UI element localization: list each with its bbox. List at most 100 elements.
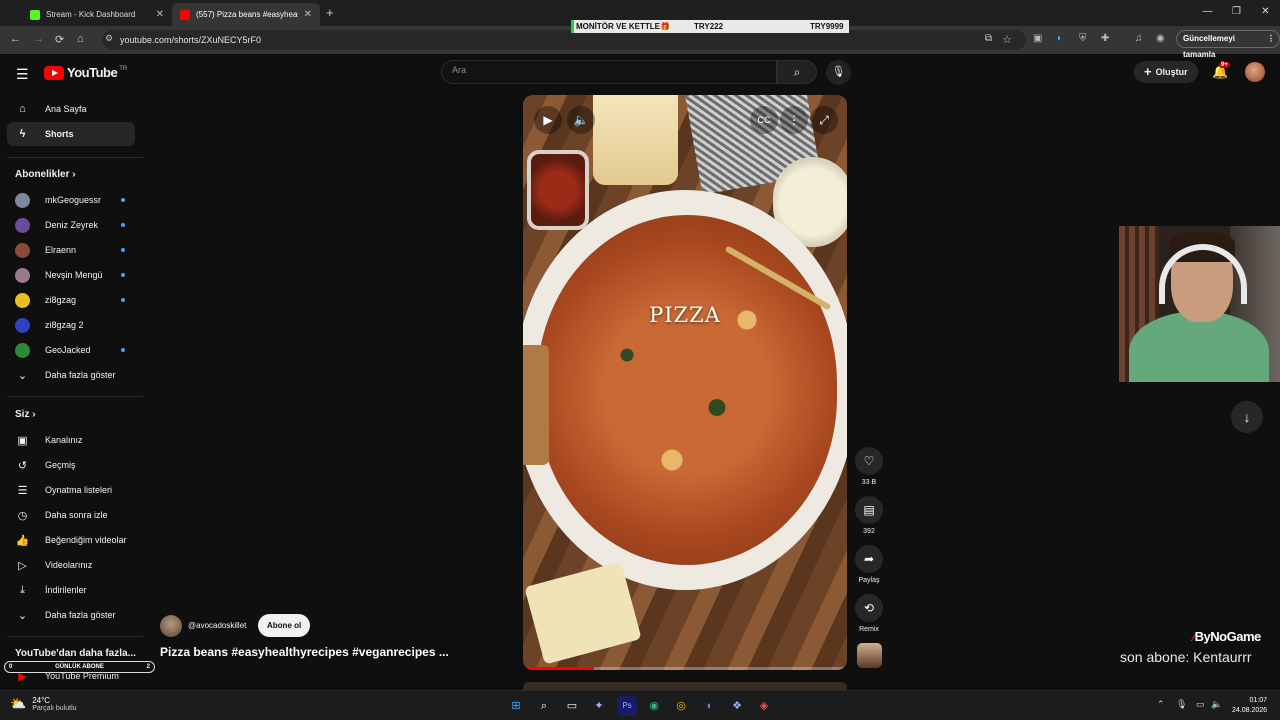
back-icon[interactable]: ← (10, 33, 21, 45)
media-icon[interactable]: ♫ (1135, 33, 1143, 44)
sidebar-item-subscription[interactable]: Elraenn (7, 238, 135, 262)
new-tab-icon[interactable]: + (326, 5, 334, 20)
network-icon[interactable]: ▭ (1196, 699, 1205, 710)
like-button[interactable]: ♡ 33 B (855, 447, 883, 486)
discord-icon[interactable]: ◐ (700, 696, 720, 716)
reload-icon[interactable]: ⟳ (55, 33, 64, 46)
extension-icon[interactable]: ▣ (1033, 33, 1042, 44)
minimize-icon[interactable]: — (1193, 0, 1222, 26)
comments-button[interactable]: ▤ 392 (855, 496, 883, 535)
profile-icon[interactable]: ◉ (1156, 33, 1165, 44)
fullscreen-icon[interactable]: ⤢ (810, 106, 838, 134)
account-avatar[interactable] (1245, 62, 1265, 82)
sidebar-item-playlists[interactable]: ☰ Oynatma listeleri (7, 478, 135, 502)
sidebar-item-label: Videolarınız (45, 560, 93, 570)
copilot-icon[interactable]: ✦ (589, 696, 609, 716)
sound-thumbnail[interactable] (857, 643, 882, 668)
sidebar-item-home[interactable]: ⌂ Ana Sayfa (7, 97, 135, 121)
play-icon[interactable]: ▶ (534, 106, 562, 134)
channel-avatar[interactable] (160, 615, 182, 637)
sidebar-item-subscription[interactable]: Deniz Zeyrek (7, 213, 135, 237)
close-tab-icon[interactable]: ✕ (156, 9, 164, 20)
shorts-player[interactable]: PIZZA ▶ 🔈 CC ⋮ ⤢ (523, 95, 847, 670)
puzzle-icon[interactable]: ✚ (1101, 33, 1109, 44)
system-clock[interactable]: 01:07 24.08.2026 (1232, 696, 1267, 716)
close-window-icon[interactable]: ✕ (1251, 0, 1280, 26)
mic-icon: 🎙 (831, 66, 846, 78)
weather-widget[interactable]: ⛅ 24°C Parçalı bulutlu (10, 696, 77, 712)
forward-icon[interactable]: → (33, 33, 44, 45)
subscriptions-show-more[interactable]: ⌄ Daha fazla göster (7, 363, 135, 387)
playlists-icon: ☰ (17, 484, 28, 497)
sidebar-item-label: Ana Sayfa (45, 104, 87, 114)
remix-button[interactable]: ⟲ Remix (855, 594, 883, 633)
sidebar-item-history[interactable]: ↺ Geçmiş (7, 453, 135, 477)
chrome-icon[interactable]: ◎ (671, 696, 691, 716)
volume-icon[interactable]: 🔈 (567, 106, 595, 134)
channel-avatar (15, 217, 30, 233)
edge-icon[interactable]: ◉ (644, 696, 664, 716)
captions-icon[interactable]: CC (750, 106, 778, 134)
sidebar-item-label: Beğendiğim videolar (45, 535, 127, 545)
heart-icon: ♡ (855, 447, 883, 475)
mic-icon[interactable]: 🎙 (1176, 699, 1187, 710)
tray-expand-icon[interactable]: ⌃ (1157, 699, 1165, 710)
share-button[interactable]: ➦ Paylaş (855, 545, 883, 584)
install-app-icon[interactable]: ⧉ (985, 33, 992, 44)
you-show-more[interactable]: ⌄ Daha fazla göster (7, 603, 135, 627)
sidebar-item-subscription[interactable]: zi8gzag (7, 288, 135, 312)
you-heading[interactable]: Siz › (15, 409, 36, 420)
search-icon[interactable]: ⌕ (534, 696, 554, 716)
extension-icon[interactable]: ◗ (1056, 33, 1062, 44)
voice-search-button[interactable]: 🎙 (826, 60, 851, 85)
volume-icon[interactable]: 🔈 (1211, 699, 1222, 710)
sidebar-item-your-videos[interactable]: ▷ Videolarınız (7, 553, 135, 577)
daily-subs-label: GÜNLÜK ABONE (55, 664, 104, 670)
create-button[interactable]: + Oluştur (1134, 61, 1198, 83)
shield-icon[interactable]: ⛨ (1079, 33, 1087, 44)
url-text: youtube.com/shorts/ZXuNECY5rF0 (120, 35, 262, 45)
tab-youtube-short[interactable]: (557) Pizza beans #easyhealthy ✕ (172, 3, 320, 26)
sidebar-item-watch-later[interactable]: ◷ Daha sonra izle (7, 503, 135, 527)
sidebar-item-downloads[interactable]: ⤓ İndirilenler (7, 578, 135, 602)
sidebar-item-liked-videos[interactable]: 👍 Beğendiğim videolar (7, 528, 135, 552)
channel-handle[interactable]: @avocadoskillet (188, 621, 246, 630)
bookmark-star-icon[interactable]: ☆ (1002, 33, 1012, 46)
search-box (441, 60, 777, 84)
sidebar-item-shorts[interactable]: ϟ Shorts (7, 122, 135, 146)
sidebar-item-subscription[interactable]: mkGeoguessr (7, 188, 135, 212)
next-short-button[interactable]: ↓ (1231, 401, 1263, 433)
task-view-icon[interactable]: ▭ (562, 696, 582, 716)
restore-icon[interactable]: ❐ (1222, 0, 1251, 26)
like-count: 33 B (861, 479, 877, 486)
youtube-logo[interactable]: YouTube TR (44, 65, 127, 80)
search-button[interactable]: ⌕ (777, 60, 817, 84)
sidebar-item-subscription[interactable]: zi8gzag 2 (7, 313, 135, 337)
windows-start-icon[interactable]: ⊞ (506, 696, 526, 716)
home-browser-icon[interactable]: ⌂ (77, 33, 84, 45)
tab-kick-dashboard[interactable]: Stream - Kick Dashboard ✕ (22, 3, 172, 26)
next-short-preview (523, 682, 847, 690)
sidebar-item-label: zi8gzag 2 (45, 320, 84, 330)
photoshop-icon[interactable]: Ps (617, 696, 637, 716)
short-title[interactable]: Pizza beans #easyhealthyrecipes #veganre… (160, 645, 449, 659)
site-info-icon[interactable]: ⚙ (105, 33, 113, 44)
app-icon[interactable]: ◈ (754, 696, 774, 716)
more-vert-icon[interactable]: ⋮ (780, 106, 808, 134)
search-input[interactable] (452, 65, 752, 75)
app-icon[interactable]: ❖ (727, 696, 747, 716)
subscribe-button[interactable]: Abone ol (258, 614, 311, 637)
update-button[interactable]: Güncellemeyi tamamla ⋮ (1176, 30, 1280, 59)
video-progress-bar[interactable] (523, 667, 847, 670)
address-bar[interactable]: ⚙ youtube.com/shorts/ZXuNECY5rF0 ⧉ ☆ (102, 30, 1026, 50)
clock-time: 01:07 (1249, 697, 1268, 704)
sidebar-item-label: Daha sonra izle (45, 510, 108, 520)
close-tab-icon[interactable]: ✕ (304, 9, 312, 20)
kick-favicon-icon (30, 9, 40, 20)
sidebar-item-subscription[interactable]: Nevşin Mengü (7, 263, 135, 287)
sidebar-item-subscription[interactable]: GeoJacked (7, 338, 135, 362)
hamburger-menu-icon[interactable]: ☰ (16, 66, 29, 83)
sidebar-item-your-channel[interactable]: ▣ Kanalınız (7, 428, 135, 452)
more-vert-icon[interactable]: ⋮ (1267, 31, 1275, 47)
subscriptions-heading[interactable]: Abonelikler › (15, 169, 76, 180)
